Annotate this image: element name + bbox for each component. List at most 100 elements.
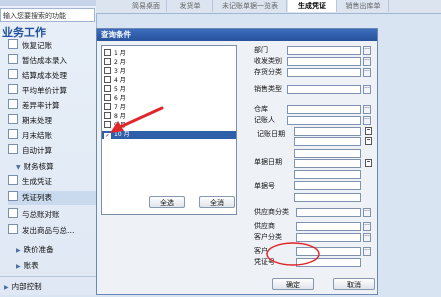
document-icon bbox=[8, 129, 18, 139]
customer-browse-button[interactable]: ··· bbox=[363, 247, 371, 256]
document-icon bbox=[8, 99, 18, 109]
book-date-label: 记账日期 bbox=[257, 130, 285, 138]
cancel-button[interactable]: 取消 bbox=[333, 278, 375, 290]
sidebar-item-variance-rate[interactable]: 差异率计算 bbox=[8, 99, 96, 113]
bill-date-to-field[interactable] bbox=[294, 159, 361, 168]
supplier-label: 供应商 bbox=[254, 222, 275, 230]
month-row[interactable]: 4 月 bbox=[104, 76, 126, 84]
document-icon bbox=[8, 144, 18, 154]
sidebar-item-estimated-cost[interactable]: 暂估成本录入 bbox=[8, 54, 96, 68]
stock-class-browse-button[interactable]: ··· bbox=[363, 68, 371, 77]
checkbox-icon[interactable] bbox=[104, 49, 111, 56]
sidebar-item-voucher-list[interactable]: 凭证列表 bbox=[8, 191, 96, 205]
document-icon bbox=[8, 224, 18, 234]
sidebar-item-period-end[interactable]: 期末处理 bbox=[8, 114, 96, 128]
bill-no-label: 单据号 bbox=[254, 182, 275, 190]
sales-type-field[interactable] bbox=[287, 85, 361, 94]
supplier-field[interactable] bbox=[296, 222, 361, 231]
sidebar-item-restore-booking[interactable]: 恢复记账 bbox=[8, 39, 96, 53]
receive-type-browse-button[interactable]: ··· bbox=[363, 57, 371, 66]
calendar-icon[interactable] bbox=[365, 159, 372, 167]
receive-type-field[interactable] bbox=[287, 57, 361, 66]
checkbox-icon[interactable] bbox=[104, 85, 111, 92]
expand-arrow-icon: ▼ bbox=[16, 164, 21, 171]
dept-field[interactable] bbox=[287, 46, 361, 55]
collapsed-arrow-icon: ▶ bbox=[4, 284, 9, 291]
bill-date-from-field[interactable] bbox=[294, 149, 361, 158]
warehouse-field[interactable] bbox=[287, 105, 361, 114]
receive-type-label: 收发类别 bbox=[254, 57, 282, 65]
calendar-icon[interactable] bbox=[365, 127, 372, 135]
document-icon bbox=[8, 191, 18, 201]
warehouse-label: 仓库 bbox=[254, 105, 268, 113]
sidebar-internal-control[interactable]: ▶ 内部控制 bbox=[0, 276, 96, 295]
bill-date-label: 单据日期 bbox=[254, 158, 282, 166]
document-tab-bar: 简易桌面 发货单 未记账单据一览表 生成凭证 销售出库单 bbox=[96, 0, 441, 14]
bookkeeper-browse-button[interactable]: ··· bbox=[363, 116, 371, 125]
sidebar-group-finance[interactable]: ▼ 财务核算 bbox=[16, 161, 54, 172]
month-row[interactable]: 3 月 bbox=[104, 67, 126, 75]
select-all-button[interactable]: 全选 bbox=[149, 196, 185, 208]
document-icon bbox=[8, 114, 18, 124]
sidebar-item-reconcile-ledger[interactable]: 与总账对账 bbox=[8, 208, 96, 222]
bill-date-extra-field[interactable] bbox=[294, 170, 361, 179]
document-icon bbox=[8, 84, 18, 94]
checkbox-icon[interactable] bbox=[104, 58, 111, 65]
sales-type-label: 销售类型 bbox=[254, 85, 282, 93]
sidebar-group-reports[interactable]: ▶ 账表 bbox=[16, 260, 39, 271]
document-icon bbox=[8, 208, 18, 218]
sidebar-item-month-close[interactable]: 月末结账 bbox=[8, 129, 96, 143]
annotation-arrow-icon bbox=[110, 106, 164, 133]
collapsed-arrow-icon: ▶ bbox=[16, 263, 21, 270]
tab-delivery-note[interactable]: 发货单 bbox=[168, 0, 213, 12]
customer-class-browse-button[interactable]: ··· bbox=[363, 233, 371, 242]
document-icon bbox=[8, 69, 18, 79]
supplier-class-browse-button[interactable]: ··· bbox=[363, 208, 371, 217]
bookkeeper-label: 记账人 bbox=[254, 116, 275, 124]
sidebar-item-auto-calc[interactable]: 自动计算 bbox=[8, 144, 96, 158]
month-row[interactable]: 1 月 bbox=[104, 49, 126, 57]
dept-browse-button[interactable]: ··· bbox=[363, 46, 371, 55]
bill-no-from-field[interactable] bbox=[294, 181, 361, 190]
sidebar-top-strip bbox=[0, 0, 96, 6]
month-row[interactable]: 5 月 bbox=[104, 85, 126, 93]
document-icon bbox=[8, 175, 18, 185]
book-date-to-field[interactable] bbox=[294, 137, 361, 146]
ok-button[interactable]: 确定 bbox=[272, 278, 314, 290]
dept-label: 部门 bbox=[254, 46, 268, 54]
tab-sales-outbound[interactable]: 销售出库单 bbox=[338, 0, 389, 12]
sales-type-browse-button[interactable]: ··· bbox=[363, 85, 371, 94]
stock-class-field[interactable] bbox=[287, 68, 361, 77]
sidebar-item-avg-price[interactable]: 平均单价计算 bbox=[8, 84, 96, 98]
month-row[interactable]: 2 月 bbox=[104, 58, 126, 66]
business-work-title: 业务工作 bbox=[2, 26, 46, 39]
bill-no-to-field[interactable] bbox=[294, 193, 361, 202]
sidebar-item-shipped-goods[interactable]: 发出商品与总… bbox=[8, 224, 96, 238]
sidebar-group-impairment[interactable]: ▶ 跌价准备 bbox=[16, 244, 54, 255]
warehouse-browse-button[interactable]: ··· bbox=[363, 105, 371, 114]
calendar-icon[interactable] bbox=[365, 137, 372, 145]
checkbox-icon[interactable] bbox=[104, 94, 111, 101]
tab-simple-desktop[interactable]: 简易桌面 bbox=[126, 0, 167, 12]
sidebar-item-generate-voucher[interactable]: 生成凭证 bbox=[8, 175, 96, 189]
tab-generate-voucher[interactable]: 生成凭证 bbox=[288, 0, 337, 12]
supplier-class-label: 供应商分类 bbox=[254, 208, 289, 216]
bookkeeper-field[interactable] bbox=[287, 116, 361, 125]
checkbox-icon[interactable] bbox=[104, 67, 111, 74]
supplier-browse-button[interactable]: ··· bbox=[363, 222, 371, 231]
book-date-from-field[interactable] bbox=[294, 127, 361, 136]
supplier-class-field[interactable] bbox=[296, 208, 361, 217]
function-search-input[interactable]: 输入您要搜索的功能 bbox=[0, 8, 95, 22]
tab-unposted-bills[interactable]: 未记账单据一览表 bbox=[214, 0, 287, 12]
navigation-sidebar: 输入您要搜索的功能 业务工作 恢复记账 暂估成本录入 结算成本处理 平均单价计算… bbox=[0, 0, 97, 295]
query-conditions-dialog: 查询条件 1 月 2 月 3 月 4 月 5 月 6 月 7 月 8 月 9 月… bbox=[96, 28, 378, 295]
month-row[interactable]: 6 月 bbox=[104, 94, 126, 102]
stock-class-label: 存货分类 bbox=[254, 68, 282, 76]
collapsed-arrow-icon: ▶ bbox=[16, 247, 21, 254]
annotation-circle bbox=[266, 242, 320, 266]
deselect-all-button[interactable]: 全消 bbox=[199, 196, 235, 208]
sidebar-item-settle-cost[interactable]: 结算成本处理 bbox=[8, 69, 96, 83]
document-icon bbox=[8, 54, 18, 64]
document-icon bbox=[8, 39, 18, 49]
checkbox-icon[interactable] bbox=[104, 76, 111, 83]
